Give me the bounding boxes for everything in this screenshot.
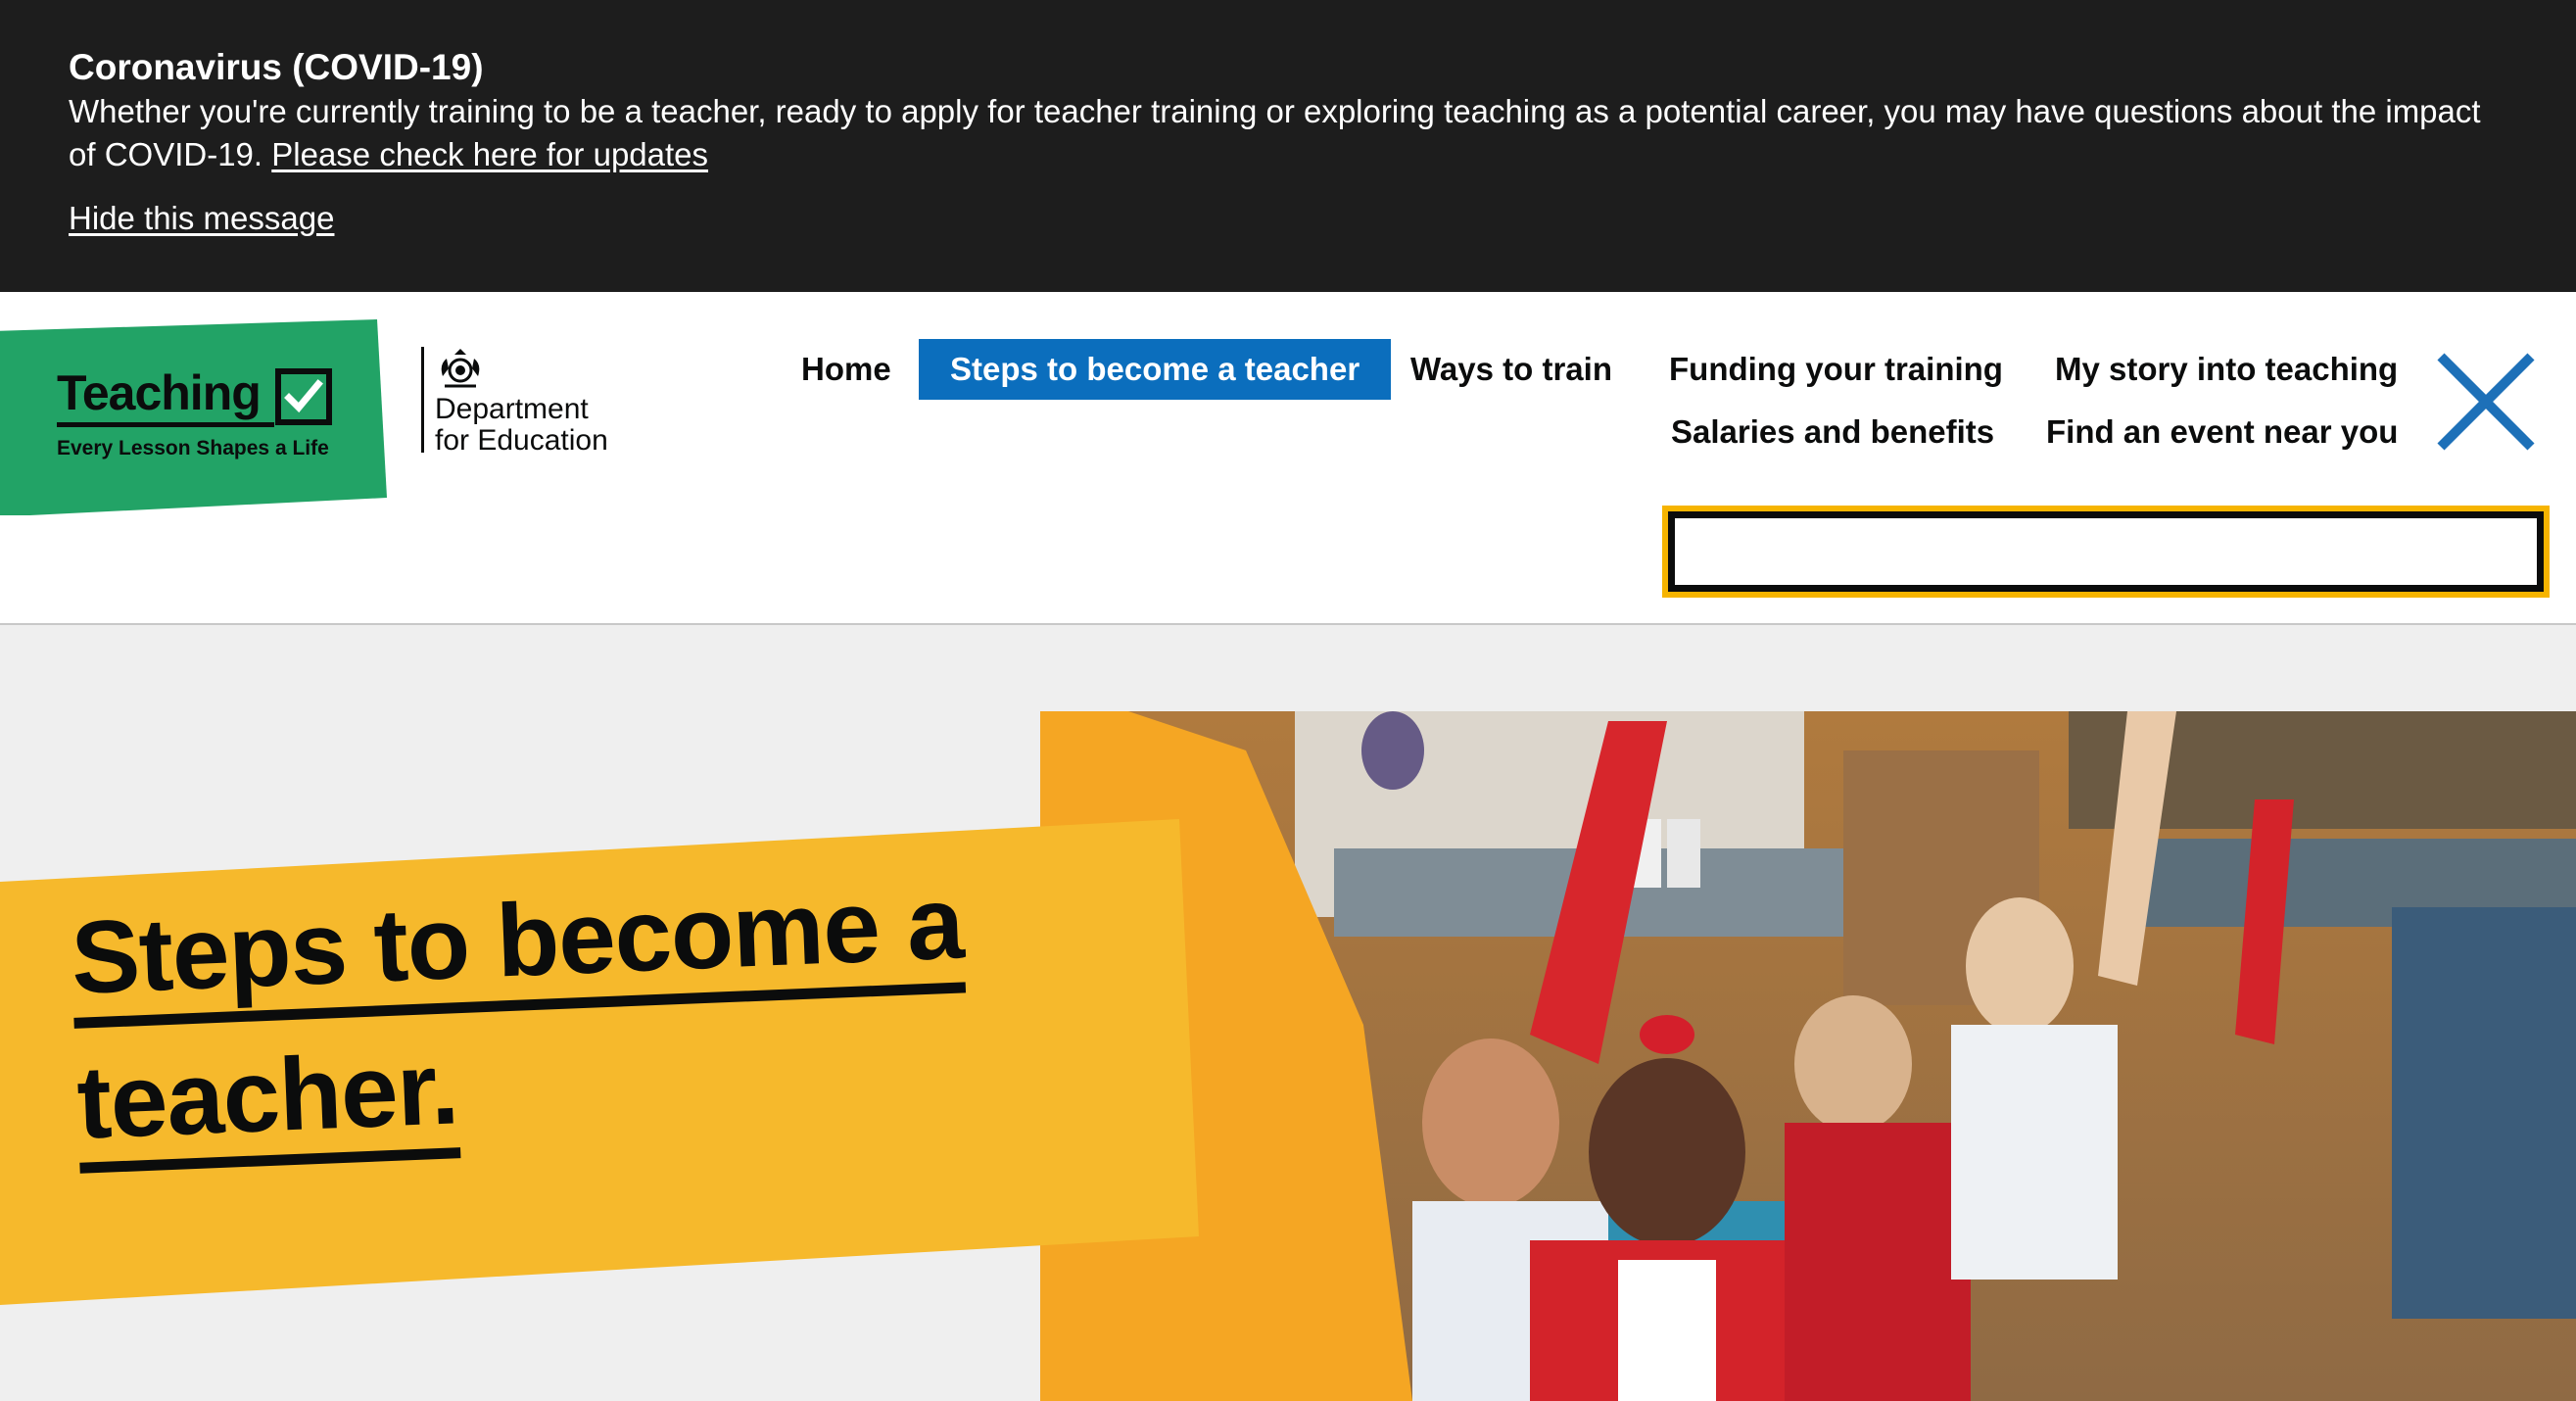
covid-updates-link[interactable]: Please check here for updates <box>271 136 708 172</box>
nav-home[interactable]: Home <box>801 351 891 388</box>
logo-tagline: Every Lesson Shapes a Life <box>57 437 329 459</box>
logo-wordmark: Teaching <box>57 365 262 420</box>
banner-title: Coronavirus (COVID-19) <box>69 47 484 87</box>
banner-text-block: Whether you're currently training to be … <box>69 90 2507 176</box>
nav-funding-your-training[interactable]: Funding your training <box>1669 351 2003 388</box>
logo-underline <box>57 422 274 427</box>
dfe-line-1: Department <box>435 393 589 425</box>
nav-ways-to-train[interactable]: Ways to train <box>1410 351 1612 388</box>
dfe-name: Department for Education <box>435 394 608 457</box>
hero-image <box>1040 711 2576 1401</box>
hide-message-link[interactable]: Hide this message <box>69 200 334 237</box>
royal-crest-icon <box>441 349 480 388</box>
search-field-wrapper <box>1662 506 2550 598</box>
dfe-line-2: for Education <box>435 424 608 457</box>
dfe-divider <box>421 347 424 453</box>
checkmark-icon <box>275 368 332 425</box>
close-menu-button[interactable] <box>2435 351 2537 453</box>
nav-steps-to-become-a-teacher[interactable]: Steps to become a teacher <box>919 339 1392 400</box>
close-icon <box>2437 353 2535 451</box>
covid-banner: Coronavirus (COVID-19) Whether you're cu… <box>0 0 2576 292</box>
nav-find-an-event[interactable]: Find an event near you <box>2046 413 2398 451</box>
page-title: Steps to become a teacher. <box>69 850 972 1176</box>
site-header: Teaching Every Lesson Shapes a Life Depa… <box>0 292 2576 625</box>
nav-salaries-and-benefits[interactable]: Salaries and benefits <box>1671 413 1994 451</box>
search-input[interactable] <box>1668 511 2544 592</box>
nav-my-story-into-teaching[interactable]: My story into teaching <box>2055 351 2398 388</box>
